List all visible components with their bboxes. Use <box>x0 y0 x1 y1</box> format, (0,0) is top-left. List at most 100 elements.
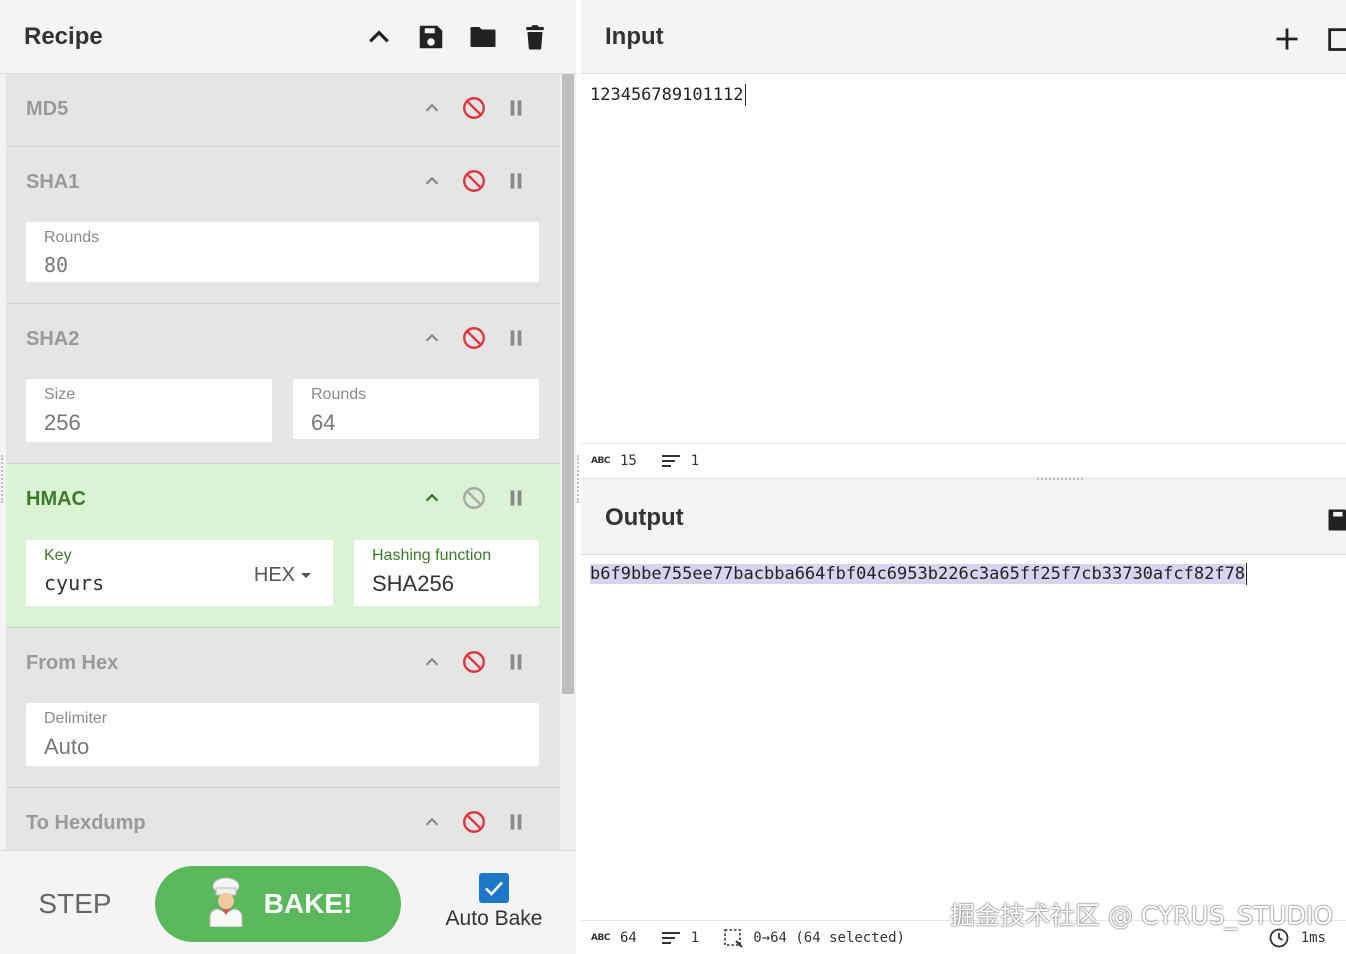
field-label: Rounds <box>44 229 100 246</box>
auto-bake-checkbox[interactable] <box>479 873 509 903</box>
op-breakpoint-button[interactable] <box>502 484 530 512</box>
rounds-field[interactable]: Rounds 64 <box>293 379 539 439</box>
input-lines: 1 <box>690 452 700 469</box>
chevron-up-icon <box>425 176 439 185</box>
rounds-field[interactable]: Rounds 80 <box>26 222 539 282</box>
output-length: 64 <box>619 929 637 946</box>
op-controls <box>418 484 530 512</box>
op-disable-button[interactable] <box>460 484 488 512</box>
op-disable-button[interactable] <box>460 324 488 352</box>
output-lines-stat: 1 <box>661 930 699 946</box>
op-collapse-button[interactable] <box>418 808 446 836</box>
field-label: Rounds <box>311 386 367 403</box>
op-disable-button[interactable] <box>460 167 488 195</box>
recipe-header: Recipe <box>0 0 576 74</box>
size-field[interactable]: Size 256 <box>26 379 272 442</box>
chevron-up-icon <box>369 30 389 43</box>
recipe-scrollbar-thumb[interactable] <box>562 74 574 694</box>
pause-icon <box>510 100 522 116</box>
panel-resize-handle-left[interactable] <box>1 455 3 503</box>
ban-icon <box>463 811 485 833</box>
op-breakpoint-button[interactable] <box>502 167 530 195</box>
op-collapse-button[interactable] <box>418 94 446 122</box>
pause-icon <box>510 173 522 189</box>
op-breakpoint-button[interactable] <box>502 94 530 122</box>
op-breakpoint-button[interactable] <box>502 324 530 352</box>
op-controls <box>418 167 530 195</box>
key-format-dropdown[interactable]: HEX <box>254 564 311 587</box>
output-text: b6f9bbe755ee77bacbba664fbf04c6953b226c3a… <box>590 564 1246 584</box>
op-disable-button[interactable] <box>460 94 488 122</box>
recipe-op-md5[interactable]: MD5 <box>6 74 560 147</box>
input-textarea[interactable]: 123456789101112 <box>590 84 746 106</box>
save-recipe-button[interactable] <box>414 20 448 54</box>
recipe-title: Recipe <box>24 22 103 50</box>
abc-icon: ABC <box>591 932 610 943</box>
ban-icon <box>463 651 485 673</box>
lines-icon <box>661 454 680 467</box>
step-button[interactable]: STEP <box>22 871 128 937</box>
field-value: Auto <box>44 734 90 759</box>
caret-down-icon <box>301 573 311 578</box>
recipe-actions <box>362 20 552 54</box>
clear-recipe-button[interactable] <box>518 20 552 54</box>
lines-icon <box>661 931 680 944</box>
delimiter-field[interactable]: Delimiter Auto <box>26 703 539 766</box>
recipe-op-to-hexdump[interactable]: To Hexdump <box>6 788 560 850</box>
op-collapse-button[interactable] <box>418 484 446 512</box>
field-label: Hashing function <box>372 547 492 564</box>
load-recipe-button[interactable] <box>466 20 500 54</box>
auto-bake-label: Auto Bake <box>445 907 543 930</box>
input-lines-stat: 1 <box>661 453 699 469</box>
key-field[interactable]: Key cyurs HEX <box>26 540 333 606</box>
save-output-button[interactable] <box>1322 503 1346 537</box>
ban-icon <box>463 487 485 509</box>
save-icon <box>1328 509 1346 531</box>
auto-bake-toggle[interactable]: Auto Bake <box>430 873 558 937</box>
input-panel: Input 123456789101112 ABC 15 1 <box>581 0 1346 477</box>
chevron-up-icon <box>425 657 439 666</box>
pause-icon <box>510 330 522 346</box>
plus-icon <box>1276 28 1298 50</box>
op-breakpoint-button[interactable] <box>502 808 530 836</box>
hashing-function-field[interactable]: Hashing function SHA256 <box>354 540 539 606</box>
recipe-panel: Recipe MD5 SHA1 Rounds 80 SHA2 Size 256 … <box>0 0 576 954</box>
abc-icon: ABC <box>591 455 610 466</box>
add-input-tab-button[interactable] <box>1270 22 1304 56</box>
op-collapse-button[interactable] <box>418 167 446 195</box>
save-icon <box>419 25 443 49</box>
op-disable-button[interactable] <box>460 808 488 836</box>
op-controls <box>418 808 530 836</box>
cyberchef-app: Recipe MD5 SHA1 Rounds 80 SHA2 Size 256 … <box>0 0 1346 954</box>
field-value: 256 <box>44 410 81 435</box>
output-selection-stat: 0→64 (64 selected) <box>723 928 905 948</box>
panel-resize-handle[interactable] <box>577 455 579 503</box>
input-title: Input <box>605 22 664 50</box>
op-title: To Hexdump <box>26 812 146 834</box>
recipe-op-sha2[interactable]: SHA2 Size 256 Rounds 64 <box>6 304 560 464</box>
output-lines: 1 <box>690 929 700 946</box>
open-input-file-button[interactable] <box>1322 22 1346 56</box>
field-value: cyurs <box>44 571 105 595</box>
op-breakpoint-button[interactable] <box>502 648 530 676</box>
op-controls <box>418 648 530 676</box>
op-title: SHA1 <box>26 171 80 193</box>
op-collapse-button[interactable] <box>418 648 446 676</box>
recipe-op-from-hex[interactable]: From Hex Delimiter Auto <box>6 628 560 788</box>
collapse-recipe-button[interactable] <box>362 20 396 54</box>
bake-button[interactable]: BAKE! <box>155 866 401 942</box>
output-title: Output <box>605 503 684 531</box>
op-collapse-button[interactable] <box>418 324 446 352</box>
recipe-op-hmac[interactable]: HMAC Key cyurs HEX Hashing function SHA2… <box>6 464 560 628</box>
input-text: 123456789101112 <box>590 85 744 105</box>
chevron-up-icon <box>425 333 439 342</box>
field-value: SHA256 <box>372 571 454 596</box>
input-length: 15 <box>619 452 637 469</box>
ban-icon <box>463 170 485 192</box>
op-disable-button[interactable] <box>460 648 488 676</box>
output-textarea[interactable]: b6f9bbe755ee77bacbba664fbf04c6953b226c3a… <box>590 563 1248 585</box>
recipe-scrollbar[interactable] <box>560 74 576 850</box>
io-resize-grip[interactable] <box>1037 478 1083 480</box>
chevron-up-icon <box>425 817 439 826</box>
recipe-op-sha1[interactable]: SHA1 Rounds 80 <box>6 147 560 304</box>
